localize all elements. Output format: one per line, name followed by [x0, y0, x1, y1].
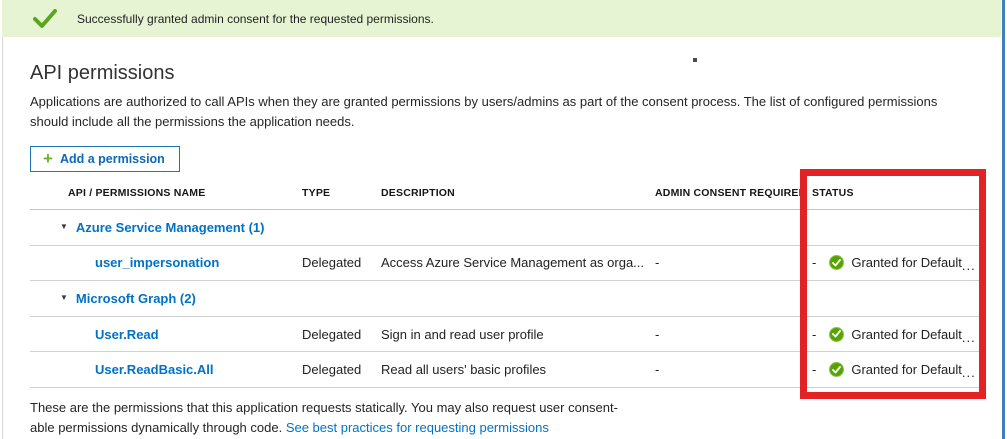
admin-consent-value: - — [655, 327, 812, 342]
page-title: API permissions — [30, 62, 175, 85]
group-row-microsoft-graph[interactable]: ▼ Microsoft Graph (2) — [30, 281, 981, 317]
permission-link[interactable]: User.ReadBasic.All — [30, 362, 302, 377]
group-cell: ▼ Microsoft Graph (2) — [30, 291, 981, 306]
header-admin-consent-required: ADMIN CONSENT REQUIRED — [655, 187, 812, 199]
granted-check-icon — [829, 327, 844, 342]
status-dash: - — [812, 327, 816, 342]
plus-icon: + — [43, 150, 53, 167]
table-header-row: API / PERMISSIONS NAME TYPE DESCRIPTION … — [30, 176, 981, 210]
permission-description: Read all users' basic profiles — [381, 362, 655, 377]
footer-text-line1: These are the permissions that this appl… — [30, 400, 618, 415]
header-description: DESCRIPTION — [381, 187, 655, 199]
status-cell: - Granted for Default ... — [812, 362, 981, 377]
add-permission-label: Add a permission — [60, 152, 165, 166]
granted-check-icon — [829, 362, 844, 377]
status-cell: - Granted for Default ... — [812, 255, 981, 270]
header-type: TYPE — [302, 187, 381, 199]
permission-type: Delegated — [302, 327, 381, 342]
status-cell: - Granted for Default ... — [812, 327, 981, 342]
status-dash: - — [812, 255, 816, 270]
permission-link[interactable]: User.Read — [30, 327, 302, 342]
status-text: Granted for Default — [851, 362, 962, 377]
table-row-user-impersonation: user_impersonation Delegated Access Azur… — [30, 246, 981, 282]
granted-check-icon — [829, 255, 844, 270]
best-practices-link[interactable]: See best practices for requesting permis… — [286, 420, 549, 435]
admin-consent-value: - — [655, 362, 812, 377]
permission-type: Delegated — [302, 255, 381, 270]
group-name: Microsoft Graph (2) — [76, 291, 196, 306]
window-edge-line — [1002, 0, 1005, 439]
success-banner: Successfully granted admin consent for t… — [2, 0, 1001, 37]
page-description: Applications are authorized to call APIs… — [30, 92, 975, 131]
status-dash: - — [812, 362, 816, 377]
panel-left-border — [2, 0, 3, 439]
table-row-user-readbasic-all: User.ReadBasic.All Delegated Read all us… — [30, 352, 981, 388]
success-check-icon — [33, 9, 57, 29]
group-row-azure-service-management[interactable]: ▼ Azure Service Management (1) — [30, 210, 981, 246]
dot-artifact — [693, 58, 697, 62]
status-truncation: ... — [962, 330, 976, 345]
admin-consent-value: - — [655, 255, 812, 270]
permission-description: Access Azure Service Management as orga.… — [381, 255, 655, 270]
expander-icon: ▼ — [60, 223, 68, 231]
footer-text-line2: able permissions dynamically through cod… — [30, 420, 286, 435]
banner-message: Successfully granted admin consent for t… — [77, 12, 434, 26]
api-permissions-page: Successfully granted admin consent for t… — [0, 0, 1007, 439]
footer-note: These are the permissions that this appl… — [30, 398, 675, 437]
status-text: Granted for Default — [851, 255, 962, 270]
group-cell: ▼ Azure Service Management (1) — [30, 220, 981, 235]
permissions-table: API / PERMISSIONS NAME TYPE DESCRIPTION … — [30, 176, 981, 388]
permission-description: Sign in and read user profile — [381, 327, 655, 342]
expander-icon: ▼ — [60, 294, 68, 302]
permission-type: Delegated — [302, 362, 381, 377]
table-row-user-read: User.Read Delegated Sign in and read use… — [30, 317, 981, 353]
group-name: Azure Service Management (1) — [76, 220, 265, 235]
status-truncation: ... — [962, 365, 976, 380]
add-permission-button[interactable]: + Add a permission — [30, 146, 180, 172]
header-status: STATUS — [812, 187, 981, 199]
header-api-permissions-name: API / PERMISSIONS NAME — [30, 187, 302, 199]
status-truncation: ... — [962, 258, 976, 273]
status-text: Granted for Default — [851, 327, 962, 342]
permission-link[interactable]: user_impersonation — [30, 255, 302, 270]
